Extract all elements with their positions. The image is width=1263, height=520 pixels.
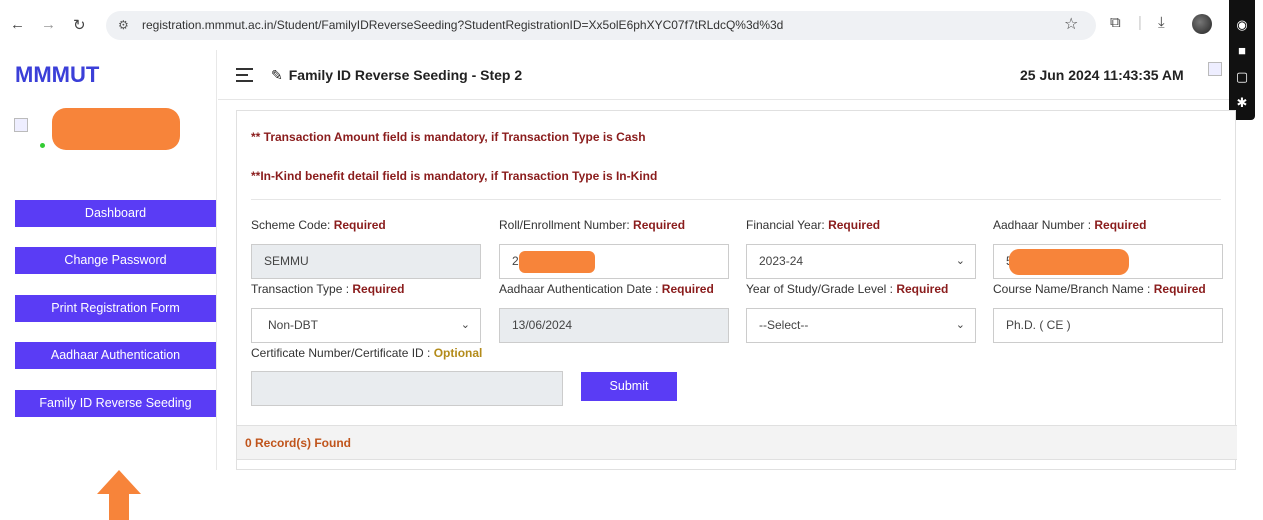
auth-date-label: Aadhaar Authentication Date : Required <box>499 282 714 296</box>
video-icon[interactable]: ■ <box>1234 44 1250 58</box>
divider <box>251 199 1221 200</box>
auth-date-input[interactable]: 13/06/2024 <box>499 308 729 343</box>
sidebar-item-family-id-reverse-seeding[interactable]: Family ID Reverse Seeding <box>15 390 216 417</box>
certificate-input[interactable] <box>251 371 563 406</box>
toolbar-divider: | <box>1138 14 1142 31</box>
camera-icon[interactable]: ◉ <box>1234 18 1250 32</box>
chevron-down-icon: ⌄ <box>955 255 965 267</box>
financial-year-select[interactable]: 2023-24 ⌄ <box>746 244 976 279</box>
download-icon[interactable]: ⤓ <box>1158 14 1165 31</box>
online-status-dot <box>40 143 45 148</box>
redacted-aadhaar-number <box>1009 249 1129 275</box>
scheme-code-label: Scheme Code: Required <box>251 218 386 232</box>
sidebar: MMMUT Dashboard Change Password Print Re… <box>0 50 217 520</box>
submit-button[interactable]: Submit <box>581 372 677 401</box>
site-settings-icon[interactable]: ⚙ <box>118 18 129 32</box>
url-text[interactable]: registration.mmmut.ac.in/Student/FamilyI… <box>142 18 783 32</box>
menu-toggle-icon[interactable] <box>236 68 253 86</box>
certificate-label: Certificate Number/Certificate ID : Opti… <box>251 346 483 360</box>
course-name-input[interactable]: Ph.D. ( CE ) <box>993 308 1223 343</box>
sidebar-item-aadhaar-authentication[interactable]: Aadhaar Authentication <box>15 342 216 369</box>
scheme-code-input[interactable]: SEMMU <box>251 244 481 279</box>
transaction-type-select[interactable]: Non-DBT ⌄ <box>251 308 481 343</box>
back-icon[interactable]: ← <box>10 16 25 33</box>
header-user-image[interactable] <box>1208 62 1222 76</box>
in-kind-notice: **In-Kind benefit detail field is mandat… <box>251 169 658 183</box>
roll-number-label: Roll/Enrollment Number: Required <box>499 218 686 232</box>
bookmark-star-icon[interactable]: ☆ <box>1064 14 1078 34</box>
chevron-down-icon: ⌄ <box>955 319 965 331</box>
browser-toolbar: ← → ↻ ⚙ registration.mmmut.ac.in/Student… <box>0 0 1263 50</box>
page-title: ✎ Family ID Reverse Seeding - Step 2 <box>271 67 523 83</box>
window-icon[interactable]: ▢ <box>1234 70 1250 84</box>
address-bar[interactable]: ⚙ registration.mmmut.ac.in/Student/Famil… <box>106 11 1096 40</box>
extensions-icon[interactable]: ⧉ <box>1110 14 1121 31</box>
redacted-user-name <box>52 108 180 150</box>
reload-icon[interactable]: ↻ <box>73 16 86 34</box>
aadhaar-number-label: Aadhaar Number : Required <box>993 218 1147 232</box>
records-found-bar: 0 Record(s) Found <box>237 425 1237 460</box>
current-datetime: 25 Jun 2024 11:43:35 AM <box>1020 67 1184 83</box>
brand-logo[interactable]: MMMUT <box>15 62 99 88</box>
financial-year-label: Financial Year: Required <box>746 218 881 232</box>
year-of-study-select[interactable]: --Select-- ⌄ <box>746 308 976 343</box>
settings-gear-icon[interactable]: ✱ <box>1234 96 1250 110</box>
profile-avatar[interactable] <box>1192 14 1212 34</box>
sidebar-item-dashboard[interactable]: Dashboard <box>15 200 216 227</box>
sidebar-item-print-registration-form[interactable]: Print Registration Form <box>15 295 216 322</box>
year-of-study-label: Year of Study/Grade Level : Required <box>746 282 949 296</box>
orange-pointer-arrow <box>97 470 141 520</box>
redacted-roll-number <box>519 251 595 273</box>
capture-toolbar: ◉ ■ ▢ ✱ <box>1229 0 1255 120</box>
edit-icon: ✎ <box>271 67 283 83</box>
sidebar-item-change-password[interactable]: Change Password <box>15 247 216 274</box>
user-photo <box>14 118 28 132</box>
chevron-down-icon: ⌄ <box>460 319 470 331</box>
cash-notice: ** Transaction Amount field is mandatory… <box>251 130 646 144</box>
course-name-label: Course Name/Branch Name : Required <box>993 282 1206 296</box>
seeding-form-card: ** Transaction Amount field is mandatory… <box>236 110 1237 470</box>
records-count: 0 Record(s) Found <box>245 436 352 450</box>
forward-icon[interactable]: → <box>41 16 56 33</box>
page-header: ✎ Family ID Reverse Seeding - Step 2 25 J… <box>218 50 1229 100</box>
transaction-type-label: Transaction Type : Required <box>251 282 405 296</box>
